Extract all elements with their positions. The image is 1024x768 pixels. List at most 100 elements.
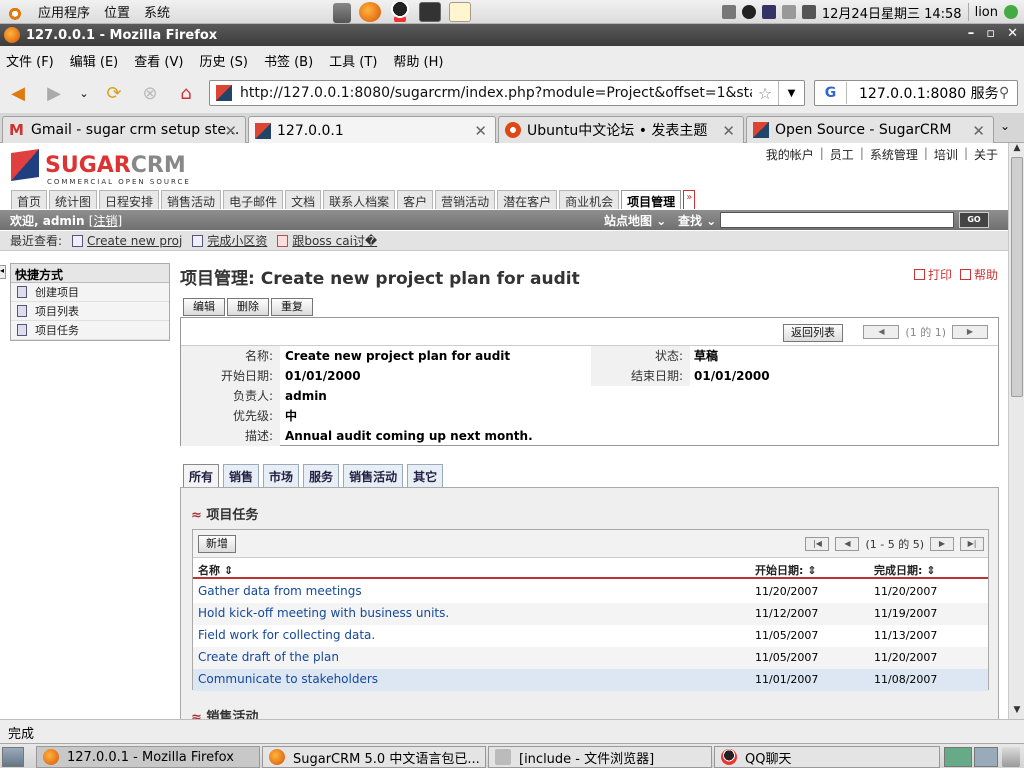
firefox-icon[interactable] bbox=[359, 2, 381, 22]
first-page-icon[interactable]: |◀ bbox=[805, 537, 830, 551]
column-header-end[interactable]: 完成日期: ⇕ bbox=[874, 562, 935, 578]
subpanel-tab-all[interactable]: 所有 bbox=[183, 464, 220, 487]
bookmark-star-icon[interactable]: ☆ bbox=[752, 84, 778, 103]
qq-tray-icon[interactable] bbox=[741, 5, 756, 19]
recent-item[interactable]: 跟boss cai讨� bbox=[277, 232, 377, 249]
tab-gmail[interactable]: M Gmail - sugar crm setup ste... ✕ bbox=[2, 116, 246, 143]
search-engine-icon[interactable]: G bbox=[815, 82, 847, 104]
link-admin[interactable]: 系统管理 bbox=[870, 146, 918, 163]
scrollbar-thumb[interactable] bbox=[1011, 157, 1023, 397]
subpanel-tab-activities[interactable]: 销售活动 bbox=[343, 464, 404, 487]
collapse-sidebar-icon[interactable]: ◂ bbox=[0, 265, 6, 279]
back-icon[interactable]: ◀ bbox=[6, 82, 30, 104]
shortcut-project-list[interactable]: 项目列表 bbox=[11, 302, 169, 321]
tab-close-icon[interactable]: ✕ bbox=[224, 122, 237, 140]
duplicate-button[interactable]: 重复 bbox=[271, 298, 313, 316]
search-input[interactable]: 127.0.0.1:8080 服务器 bbox=[847, 83, 999, 103]
taskbar-qq-chat[interactable]: QQ聊天 bbox=[714, 746, 940, 768]
menu-tools[interactable]: 工具 (T) bbox=[329, 51, 377, 70]
link-training[interactable]: 培训 bbox=[934, 146, 958, 163]
module-tab-activities[interactable]: 销售活动 bbox=[161, 190, 222, 209]
subpanel-tab-marketing[interactable]: 市场 bbox=[263, 464, 300, 487]
forward-icon[interactable]: ▶ bbox=[42, 82, 66, 104]
network-icon[interactable] bbox=[761, 5, 776, 19]
sitemap-dropdown[interactable]: 站点地图 ⌄ bbox=[604, 212, 666, 229]
module-tab-accounts[interactable]: 客户 bbox=[397, 190, 434, 209]
tab-close-icon[interactable]: ✕ bbox=[722, 122, 735, 140]
help-link[interactable]: 帮助 bbox=[959, 266, 998, 283]
previous-record-icon[interactable]: ◀ bbox=[863, 325, 900, 339]
module-tab-home[interactable]: 首页 bbox=[11, 190, 48, 209]
user-status-icon[interactable] bbox=[1004, 5, 1018, 19]
menu-view[interactable]: 查看 (V) bbox=[134, 51, 183, 70]
module-tab-leads[interactable]: 潜在客户 bbox=[497, 190, 558, 209]
sugarcrm-logo[interactable]: SUGARCRM COMMERCIAL OPEN SOURCE bbox=[11, 149, 189, 186]
menu-bookmarks[interactable]: 书签 (B) bbox=[264, 51, 313, 70]
close-icon[interactable]: ✕ bbox=[1007, 26, 1018, 41]
gnome-foot-icon[interactable] bbox=[6, 2, 24, 21]
home-icon[interactable]: ⌂ bbox=[174, 82, 198, 104]
tab-sugarcrm-local[interactable]: 127.0.0.1 ✕ bbox=[248, 116, 496, 144]
firefox-workspace-icon[interactable] bbox=[944, 747, 972, 767]
menu-edit[interactable]: 编辑 (E) bbox=[70, 51, 119, 70]
activities-subpanel-title[interactable]: ≈ 销售活动 bbox=[191, 706, 258, 719]
return-to-list-button[interactable]: 返回列表 bbox=[783, 324, 843, 342]
task-name-link[interactable]: Field work for collecting data. bbox=[198, 628, 375, 642]
module-tab-dashboard[interactable]: 统计图 bbox=[49, 190, 98, 209]
column-header-name[interactable]: 名称 ⇕ bbox=[198, 562, 233, 578]
task-name-link[interactable]: Create draft of the plan bbox=[198, 650, 339, 664]
menu-history[interactable]: 历史 (S) bbox=[199, 51, 248, 70]
workspace-switcher[interactable] bbox=[974, 747, 998, 767]
column-header-start[interactable]: 开始日期: ⇕ bbox=[755, 562, 816, 578]
menu-help[interactable]: 帮助 (H) bbox=[393, 51, 443, 70]
go-button[interactable]: GO bbox=[959, 212, 989, 228]
scroll-up-icon[interactable]: ▲ bbox=[1009, 143, 1024, 157]
vertical-scrollbar[interactable]: ▲ ▼ bbox=[1008, 143, 1024, 719]
global-search-input[interactable] bbox=[720, 212, 954, 228]
previous-page-icon[interactable]: ◀ bbox=[835, 537, 860, 551]
show-desktop-icon[interactable] bbox=[2, 747, 24, 767]
shortcut-project-tasks[interactable]: 项目任务 bbox=[11, 321, 169, 340]
edit-button[interactable]: 编辑 bbox=[183, 298, 225, 316]
reload-icon[interactable]: ⟳ bbox=[102, 82, 126, 104]
panel-menu-applications[interactable]: 应用程序 bbox=[38, 2, 90, 21]
terminal-icon[interactable] bbox=[419, 2, 441, 22]
search-icon[interactable]: ⚲ bbox=[999, 85, 1017, 101]
subpanel-tab-other[interactable]: 其它 bbox=[407, 464, 444, 487]
module-tab-contacts[interactable]: 联系人档案 bbox=[323, 190, 396, 209]
maximize-icon[interactable]: ▫ bbox=[986, 26, 995, 41]
task-name-link[interactable]: Gather data from meetings bbox=[198, 584, 362, 598]
tab-close-icon[interactable]: ✕ bbox=[474, 122, 487, 140]
recent-item[interactable]: Create new proj bbox=[72, 234, 182, 248]
link-my-account[interactable]: 我的帐户 bbox=[766, 146, 814, 163]
tab-open-source-sugarcrm[interactable]: Open Source - SugarCRM ✕ bbox=[746, 116, 994, 143]
shortcut-create-project[interactable]: 创建项目 bbox=[11, 283, 169, 302]
printer-icon[interactable] bbox=[781, 5, 796, 19]
clock[interactable]: 12月24日星期三 14:58 bbox=[822, 3, 962, 22]
next-record-icon[interactable]: ▶ bbox=[952, 325, 988, 339]
url-dropdown-icon[interactable]: ▼ bbox=[778, 81, 804, 105]
taskbar-firefox[interactable]: 127.0.0.1 - Mozilla Firefox bbox=[36, 746, 260, 768]
link-employees[interactable]: 员工 bbox=[830, 146, 854, 163]
scroll-down-icon[interactable]: ▼ bbox=[1009, 705, 1024, 719]
logout-link[interactable]: [注销] bbox=[89, 214, 122, 228]
tray-app-icon[interactable] bbox=[721, 5, 736, 19]
taskbar-sugarcrm-language[interactable]: SugarCRM 5.0 中文语言包已... bbox=[262, 746, 486, 768]
delete-button[interactable]: 删除 bbox=[227, 298, 269, 316]
url-bar[interactable]: http://127.0.0.1:8080/sugarcrm/index.php… bbox=[209, 80, 805, 106]
project-tasks-subpanel-title[interactable]: ≈ 项目任务 bbox=[191, 504, 258, 523]
module-tab-calendar[interactable]: 日程安排 bbox=[99, 190, 160, 209]
task-name-link[interactable]: Hold kick-off meeting with business unit… bbox=[198, 606, 449, 620]
module-tab-campaigns[interactable]: 营销活动 bbox=[435, 190, 496, 209]
subpanel-tab-support[interactable]: 服务 bbox=[303, 464, 340, 487]
tab-list-icon[interactable]: ⌄ bbox=[1000, 119, 1010, 133]
link-about[interactable]: 关于 bbox=[974, 146, 998, 163]
panel-menu-system[interactable]: 系统 bbox=[144, 2, 170, 21]
module-tab-email[interactable]: 电子邮件 bbox=[223, 190, 284, 209]
more-tabs-icon[interactable]: » bbox=[683, 190, 696, 209]
tab-ubuntu-forum[interactable]: Ubuntu中文论坛 • 发表主题 ✕ bbox=[498, 116, 744, 143]
calculator-icon[interactable] bbox=[333, 3, 351, 23]
print-link[interactable]: 打印 bbox=[913, 266, 952, 283]
search-bar[interactable]: G 127.0.0.1:8080 服务器 ⚲ bbox=[814, 80, 1018, 106]
panel-menu-places[interactable]: 位置 bbox=[104, 2, 130, 21]
